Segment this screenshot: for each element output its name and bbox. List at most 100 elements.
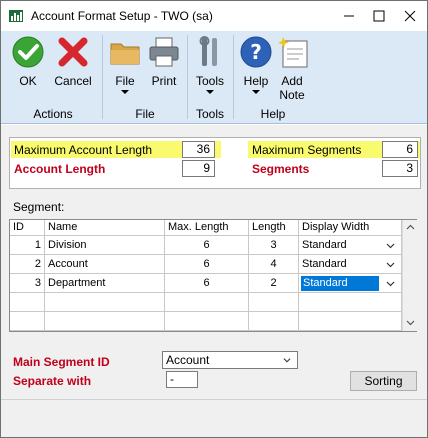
printer-icon <box>149 37 179 67</box>
add-note-button[interactable]: Add Note <box>277 35 308 102</box>
row2-id: 2 <box>10 255 45 274</box>
chevron-down-icon <box>386 281 395 287</box>
group-label-help: Help <box>260 107 286 121</box>
main-segment-id-select[interactable]: Account <box>162 351 298 369</box>
separate-with-field[interactable]: - <box>166 371 198 388</box>
row2-length[interactable]: 4 <box>249 255 299 274</box>
row2-display-width-value: Standard <box>302 258 347 270</box>
ok-check-icon <box>12 36 44 68</box>
row1-length[interactable]: 3 <box>249 236 299 255</box>
add-note-icon <box>278 37 308 68</box>
cancel-label: Cancel <box>54 74 92 88</box>
folder-icon <box>110 43 140 65</box>
row3-display-width-value: Standard <box>300 275 380 292</box>
sorting-button[interactable]: Sorting <box>350 371 417 391</box>
empty-cell <box>249 312 299 331</box>
row3-length[interactable]: 2 <box>249 274 299 293</box>
cancel-x-icon <box>58 37 88 67</box>
chevron-down-icon <box>121 90 129 94</box>
row1-display-width-value: Standard <box>302 239 347 251</box>
empty-cell <box>165 312 249 331</box>
title-bar: Account Format Setup - TWO (sa) <box>1 1 427 31</box>
row3-name[interactable]: Department <box>45 274 165 293</box>
column-header-display-width[interactable]: Display Width <box>299 220 402 236</box>
empty-cell <box>165 293 249 312</box>
file-menu-button[interactable]: File <box>107 35 143 94</box>
row1-max-length: 6 <box>165 236 249 255</box>
group-label-file: File <box>135 107 155 121</box>
empty-cell <box>45 293 165 312</box>
grid-vertical-scrollbar[interactable] <box>402 220 417 331</box>
row2-display-width-select[interactable]: Standard <box>299 255 402 274</box>
max-account-length-field: 36 <box>182 141 215 158</box>
help-menu-button[interactable]: ? Help <box>239 35 273 94</box>
row1-name[interactable]: Division <box>45 236 165 255</box>
max-segments-label: Maximum Segments <box>252 143 362 157</box>
ribbon-toolbar: OK Cancel File Print Tools ? Help Add No… <box>1 31 427 124</box>
empty-cell <box>45 312 165 331</box>
chevron-up-icon[interactable] <box>406 223 415 232</box>
empty-cell <box>249 293 299 312</box>
account-length-label: Account Length <box>14 162 106 176</box>
maximize-icon[interactable] <box>365 5 393 27</box>
empty-cell <box>10 293 45 312</box>
form-content: Maximum Account Length 36 Account Length… <box>1 125 427 399</box>
main-segment-id-label: Main Segment ID <box>13 355 110 369</box>
file-label: File <box>115 74 135 88</box>
print-button[interactable]: Print <box>147 35 181 88</box>
chevron-down-icon <box>206 90 214 94</box>
separate-with-label: Separate with <box>13 374 92 388</box>
ribbon-separator <box>233 35 234 119</box>
column-header-id[interactable]: ID <box>10 220 45 236</box>
chevron-down-icon <box>283 358 291 363</box>
segment-grid: ID Name Max. Length Length Display Width… <box>9 219 417 332</box>
minimize-icon[interactable] <box>335 5 363 27</box>
close-icon[interactable] <box>396 5 424 27</box>
ok-label: OK <box>19 74 37 88</box>
empty-cell <box>299 312 402 331</box>
help-label: Help <box>243 74 269 88</box>
main-segment-id-value: Account <box>166 353 210 367</box>
chevron-down-icon <box>386 243 395 249</box>
column-header-length[interactable]: Length <box>249 220 299 236</box>
ok-button[interactable]: OK <box>11 35 45 88</box>
ribbon-separator <box>187 35 188 119</box>
row3-id: 3 <box>10 274 45 293</box>
svg-text:?: ? <box>250 40 262 64</box>
print-label: Print <box>151 74 177 88</box>
account-format-setup-window: Account Format Setup - TWO (sa) OK Cance… <box>0 0 428 438</box>
chevron-down-icon[interactable] <box>406 318 415 327</box>
tools-icon <box>199 36 217 66</box>
cancel-button[interactable]: Cancel <box>51 35 95 88</box>
window-title: Account Format Setup - TWO (sa) <box>31 9 213 23</box>
add-note-label-line1: Add <box>281 74 303 88</box>
row1-display-width-select[interactable]: Standard <box>299 236 402 255</box>
help-icon: ? <box>240 36 272 68</box>
row1-id: 1 <box>10 236 45 255</box>
column-header-max-length[interactable]: Max. Length <box>165 220 249 236</box>
tools-menu-button[interactable]: Tools <box>193 35 227 94</box>
segment-section-label: Segment: <box>13 200 65 214</box>
max-segments-field: 6 <box>382 141 418 158</box>
tools-label: Tools <box>195 74 224 88</box>
window-footer <box>1 399 427 437</box>
max-account-length-label: Maximum Account Length <box>14 143 153 157</box>
empty-cell <box>10 312 45 331</box>
row2-max-length: 6 <box>165 255 249 274</box>
length-panel: Maximum Account Length 36 Account Length… <box>9 137 421 189</box>
app-icon <box>9 10 23 22</box>
row2-name[interactable]: Account <box>45 255 165 274</box>
group-label-tools: Tools <box>195 107 224 121</box>
account-length-field[interactable]: 9 <box>182 160 215 177</box>
empty-cell <box>299 293 402 312</box>
column-header-name[interactable]: Name <box>45 220 165 236</box>
segments-field[interactable]: 3 <box>382 160 418 177</box>
ribbon-separator <box>102 35 103 119</box>
add-note-label: Add Note <box>277 74 307 102</box>
group-label-actions: Actions <box>33 107 73 121</box>
chevron-down-icon <box>252 90 260 94</box>
row3-max-length: 6 <box>165 274 249 293</box>
row3-display-width-select[interactable]: Standard <box>299 274 402 293</box>
chevron-down-icon <box>386 262 395 268</box>
segments-label: Segments <box>252 162 310 176</box>
